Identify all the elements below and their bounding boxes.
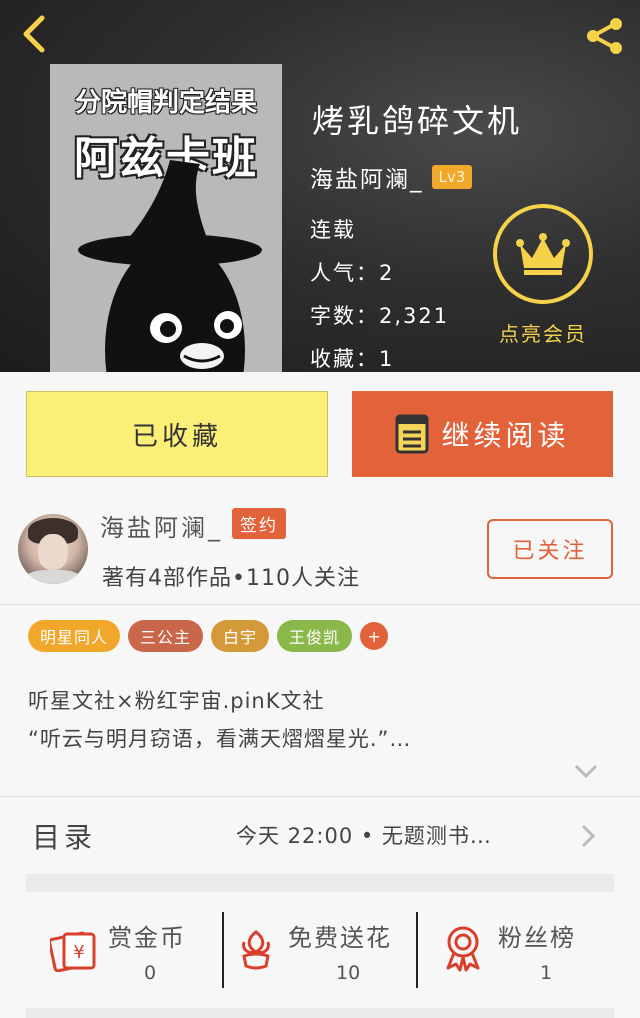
tag[interactable]: 王俊凯 [277, 620, 353, 652]
stat-label: 粉丝榜 [498, 924, 576, 952]
synopsis-line: “听云与明月窃语，看满天熠熠星光.”… [28, 727, 412, 751]
toc-label: 目录 [32, 821, 97, 854]
continue-reading-button[interactable]: 继续阅读 [352, 391, 613, 477]
favorites-count: 收藏：1 [310, 347, 395, 371]
latest-chapter: 今天 22:00 • 无题测书… [236, 824, 492, 848]
author-avatar[interactable] [18, 514, 88, 584]
free-flowers[interactable]: 免费送花 10 [228, 910, 414, 990]
flower-icon [242, 930, 270, 970]
popularity-count: 人气：2 [310, 261, 395, 285]
tag-list: 明星同人 三公主 白宇 王俊凯 + [28, 620, 389, 652]
book-header: 分院帽判定结果 阿兹卡班 烤乳鸽碎文机 海盐阿澜_ Lv3 连载 人气：2 字数… [0, 0, 640, 372]
divider [222, 912, 224, 988]
serial-status: 连载 [310, 218, 356, 242]
add-tag-button[interactable]: + [360, 622, 389, 650]
book-icon [395, 414, 429, 454]
back-button[interactable] [14, 12, 54, 56]
tag[interactable]: 三公主 [128, 620, 204, 652]
share-button[interactable] [580, 14, 630, 58]
divider [416, 912, 418, 988]
author-card-name[interactable]: 海盐阿澜_ [100, 508, 223, 543]
author-row[interactable]: 海盐阿澜_ Lv3 [310, 160, 473, 194]
stat-label: 免费送花 [288, 924, 392, 952]
vip-label: 点亮会员 [499, 322, 587, 346]
author-name[interactable]: 海盐阿澜_ [310, 160, 424, 194]
signed-badge: 签约 [232, 508, 286, 539]
share-icon [587, 18, 622, 54]
svg-text:¥: ¥ [73, 942, 84, 963]
cover-caption: 分院帽判定结果 [74, 88, 257, 118]
stat-value: 10 [336, 962, 361, 984]
stat-label: 赏金币 [108, 924, 186, 952]
follow-button[interactable]: 已关注 [487, 519, 613, 579]
section-spacer [26, 874, 614, 892]
tag[interactable]: 白宇 [211, 620, 270, 652]
divider [0, 796, 640, 797]
vip-badge [493, 204, 593, 304]
book-cover[interactable]: 分院帽判定结果 阿兹卡班 [50, 64, 282, 372]
stat-value: 1 [540, 962, 553, 984]
reward-coins[interactable]: ¥ 赏金币 0 [40, 910, 220, 990]
continue-reading-label: 继续阅读 [441, 419, 570, 452]
medal-icon [446, 926, 480, 972]
chevron-down-icon [574, 764, 598, 779]
fan-ranking[interactable]: 粉丝榜 1 [424, 910, 614, 990]
book-title: 烤乳鸽碎文机 [312, 102, 523, 140]
section-spacer [26, 1008, 614, 1018]
follow-label: 已关注 [512, 539, 588, 564]
favorited-button[interactable]: 已收藏 [26, 391, 328, 477]
crown-icon [516, 233, 570, 275]
coin-envelope-icon: ¥ [50, 931, 96, 972]
word-count: 字数：2,321 [310, 304, 450, 328]
expand-synopsis-button[interactable] [572, 760, 600, 782]
level-badge: Lv3 [431, 165, 473, 189]
favorited-label: 已收藏 [131, 421, 222, 452]
penguin-wizard-illustration [78, 160, 262, 372]
stat-value: 0 [144, 962, 157, 984]
tag[interactable]: 明星同人 [28, 620, 121, 652]
author-stats: 著有4部作品•110人关注 [102, 566, 360, 591]
table-of-contents-row[interactable]: 目录 今天 22:00 • 无题测书… [0, 800, 640, 870]
divider [0, 604, 640, 605]
chevron-right-icon [581, 824, 596, 848]
synopsis-line: 听星文社×粉红宇宙.pinK文社 [28, 689, 325, 713]
chevron-left-icon [23, 15, 45, 53]
synopsis: 听星文社×粉红宇宙.pinK文社 “听云与明月窃语，看满天熠熠星光.”… [28, 682, 588, 758]
vip-membership-button[interactable]: 点亮会员 [490, 204, 596, 346]
